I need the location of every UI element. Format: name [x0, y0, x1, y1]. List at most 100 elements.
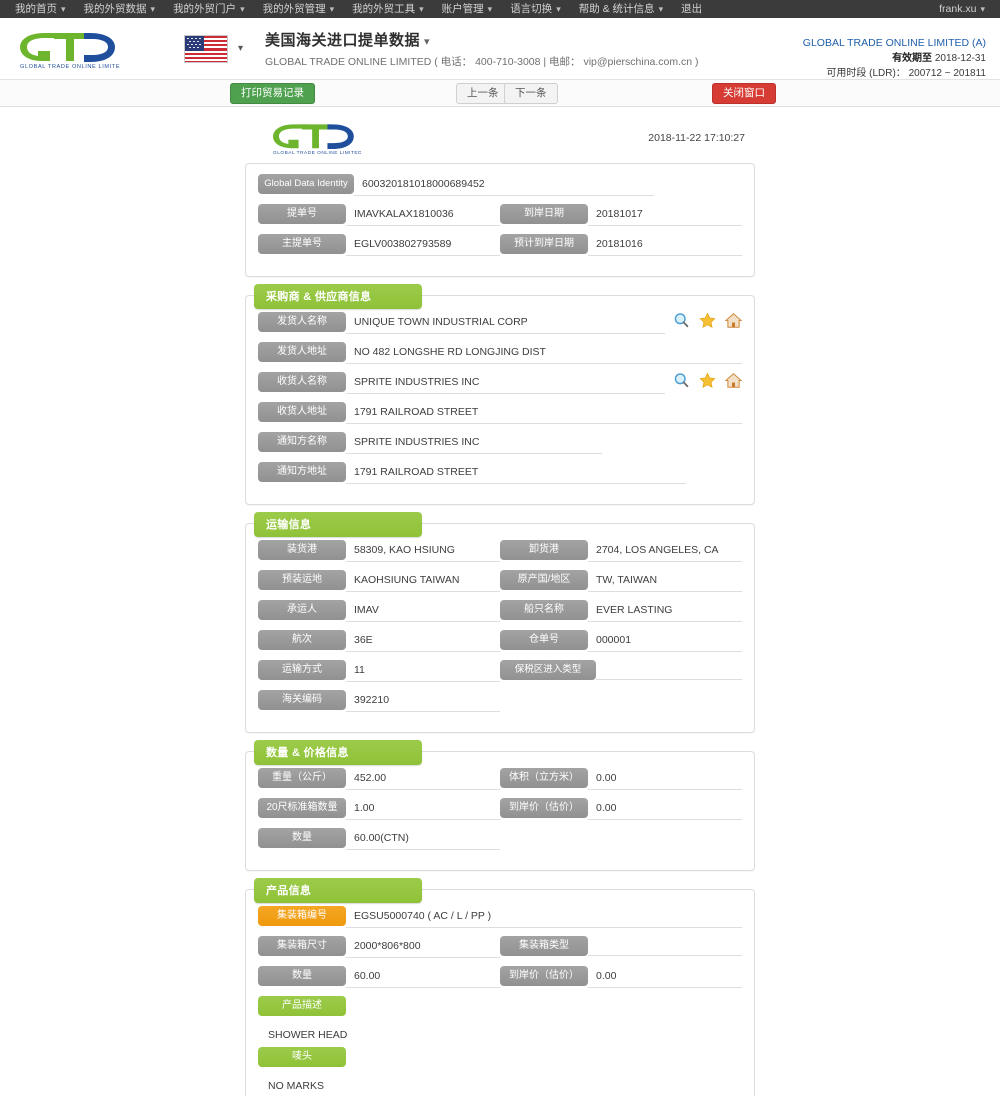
field-value: 60.00(CTN) — [346, 828, 500, 850]
ldr-value: 200712 ~ 201811 — [908, 68, 986, 79]
field-label: 体积（立方米） — [500, 768, 588, 788]
svg-text:GLOBAL TRADE ONLINE LIMITED: GLOBAL TRADE ONLINE LIMITED — [20, 64, 120, 69]
identity-row: 提单号 IMAVKALAX1810036 到岸日期 20181017 — [258, 204, 742, 226]
document-header: GLOBAL TRADE ONLINE LIMITED 2018-11-22 1… — [245, 117, 755, 163]
field-product-quantity: 数量 60.00 — [258, 966, 500, 988]
site-logo[interactable]: GLOBAL TRADE ONLINE LIMITED — [14, 29, 164, 69]
field-value: 392210 — [346, 690, 500, 712]
field-label: 重量（公斤） — [258, 768, 346, 788]
field-quantity: 数量 60.00(CTN) — [258, 828, 500, 850]
field-value: IMAVKALAX1810036 — [346, 204, 500, 226]
field-hs-code: 海关编码 392210 — [258, 690, 500, 712]
field-container-no: 集装箱编号 EGSU5000740 ( AC / L / PP ) — [258, 906, 742, 928]
field-global-data-identity: Global Data Identity 6003201810180006894… — [258, 174, 742, 196]
field-value — [588, 936, 742, 956]
page-header: GLOBAL TRADE ONLINE LIMITED ▾ 美国海关进口提单数据… — [0, 18, 1000, 80]
nav-item-trade-data[interactable]: 我的外贸数据 ▾ — [75, 0, 165, 18]
gto-logo-icon: GLOBAL TRADE ONLINE LIMITED — [20, 32, 120, 69]
field-label: 集装箱尺寸 — [258, 936, 346, 956]
page-title[interactable]: 美国海关进口提单数据 ▾ — [265, 29, 699, 50]
section-title-product: 产品信息 — [254, 878, 422, 903]
section-title-transport: 运输信息 — [254, 512, 422, 537]
chevron-down-icon: ▾ — [61, 4, 66, 14]
account-validity: 有效期至 2018-12-31 — [803, 51, 986, 66]
home-icon[interactable] — [725, 372, 742, 389]
home-icon[interactable] — [725, 312, 742, 329]
nav-item-help-stats[interactable]: 帮助 & 统计信息 ▾ — [570, 0, 672, 18]
consignee-action-icons — [665, 372, 742, 389]
field-value: EGLV003802793589 — [346, 234, 500, 256]
search-icon[interactable] — [673, 372, 690, 389]
field-value: 0.00 — [588, 966, 742, 988]
nav-item-account-management[interactable]: 账户管理 ▾ — [433, 0, 502, 18]
field-label: 预装运地 — [258, 570, 346, 590]
nav-item-label: 我的外贸数据 — [83, 3, 147, 15]
nav-item-trade-tools[interactable]: 我的外贸工具 ▾ — [343, 0, 433, 18]
nav-item-label: 我的首页 — [15, 3, 57, 15]
field-bill-of-lading-no: 提单号 IMAVKALAX1810036 — [258, 204, 500, 226]
nav-item-home[interactable]: 我的首页 ▾ — [6, 0, 75, 18]
search-icon[interactable] — [673, 312, 690, 329]
chevron-down-icon: ▾ — [658, 4, 664, 14]
field-label: 20尺标准箱数量 — [258, 798, 346, 818]
section-title-quantity-price: 数量 & 价格信息 — [254, 740, 422, 765]
field-label: 通知方名称 — [258, 432, 346, 452]
close-window-button[interactable]: 关闭窗口 — [712, 82, 776, 104]
nav-item-label: 退出 — [681, 3, 703, 15]
product-row: 数量 60.00 到岸价（估价） 0.00 — [258, 966, 742, 988]
nav-item-label: 账户管理 — [441, 3, 484, 15]
nav-item-trade-management[interactable]: 我的外贸管理 ▾ — [254, 0, 344, 18]
field-label: 航次 — [258, 630, 346, 650]
star-icon[interactable] — [699, 312, 716, 329]
bill-of-lading-document: GLOBAL TRADE ONLINE LIMITED 2018-11-22 1… — [245, 117, 755, 1096]
section-title-buyer-supplier: 采购商 & 供应商信息 — [254, 284, 422, 309]
nav-item-logout[interactable]: 退出 — [672, 0, 711, 18]
field-teu-count: 20尺标准箱数量 1.00 — [258, 798, 500, 820]
account-info-block: GLOBAL TRADE ONLINE LIMITED (A) 有效期至 201… — [803, 36, 986, 81]
account-name[interactable]: GLOBAL TRADE ONLINE LIMITED (A) — [803, 36, 986, 51]
print-trade-record-button[interactable]: 打印贸易记录 — [230, 82, 315, 104]
field-label: 海关编码 — [258, 690, 346, 710]
field-product-cif-value: 到岸价（估价） 0.00 — [500, 966, 742, 988]
transport-row: 承运人 IMAV 船只名称 EVER LASTING — [258, 600, 742, 622]
field-cif-value: 到岸价（估价） 0.00 — [500, 798, 742, 820]
field-value: 1.00 — [346, 798, 500, 820]
identity-row: Global Data Identity 6003201810180006894… — [258, 174, 742, 196]
field-value: KAOHSIUNG TAIWAN — [346, 570, 500, 592]
identity-panel: Global Data Identity 6003201810180006894… — [245, 163, 755, 277]
field-value: 58309, KAO HSIUNG — [346, 540, 500, 562]
field-value: 0.00 — [588, 798, 742, 820]
user-menu[interactable]: frank.xu ▾ — [930, 0, 994, 18]
country-selector[interactable]: ▾ — [184, 34, 243, 63]
field-consignee-address: 收货人地址 1791 RAILROAD STREET — [258, 402, 742, 424]
field-weight-kg: 重量（公斤） 452.00 — [258, 768, 500, 790]
field-label: 主提单号 — [258, 234, 346, 254]
chevron-down-icon: ▾ — [329, 4, 335, 14]
previous-record-button[interactable]: 上一条 — [456, 82, 510, 104]
field-value: 1791 RAILROAD STREET — [346, 462, 686, 484]
field-vessel-name: 船只名称 EVER LASTING — [500, 600, 742, 622]
field-value: 2704, LOS ANGELES, CA — [588, 540, 742, 562]
field-label: 通知方地址 — [258, 462, 346, 482]
field-label: 收货人地址 — [258, 402, 346, 422]
field-carrier: 承运人 IMAV — [258, 600, 500, 622]
validity-label: 有效期至 — [892, 53, 933, 64]
field-value: IMAV — [346, 600, 500, 622]
field-discharge-port: 卸货港 2704, LOS ANGELES, CA — [500, 540, 742, 562]
star-icon[interactable] — [699, 372, 716, 389]
nav-item-trade-portal[interactable]: 我的外贸门户 ▾ — [164, 0, 254, 18]
field-loading-port: 装货港 58309, KAO HSIUNG — [258, 540, 500, 562]
toolbar-top: 打印贸易记录 上一条 下一条 关闭窗口 — [0, 80, 1000, 107]
quantity-row: 20尺标准箱数量 1.00 到岸价（估价） 0.00 — [258, 798, 742, 820]
next-record-button[interactable]: 下一条 — [504, 82, 558, 104]
identity-row: 主提单号 EGLV003802793589 预计到岸日期 20181016 — [258, 234, 742, 256]
field-shipper-name: 发货人名称 UNIQUE TOWN INDUSTRIAL CORP — [258, 312, 742, 334]
transport-row: 预装运地 KAOHSIUNG TAIWAN 原产国/地区 TW, TAIWAN — [258, 570, 742, 592]
field-label: 发货人地址 — [258, 342, 346, 362]
field-notify-party-name: 通知方名称 SPRITE INDUSTRIES INC — [258, 432, 742, 454]
field-voyage: 航次 36E — [258, 630, 500, 652]
nav-item-label: 我的外贸管理 — [262, 3, 326, 15]
field-value: 36E — [346, 630, 500, 652]
field-arrival-date: 到岸日期 20181017 — [500, 204, 742, 226]
nav-item-language-switch[interactable]: 语言切换 ▾ — [501, 0, 570, 18]
